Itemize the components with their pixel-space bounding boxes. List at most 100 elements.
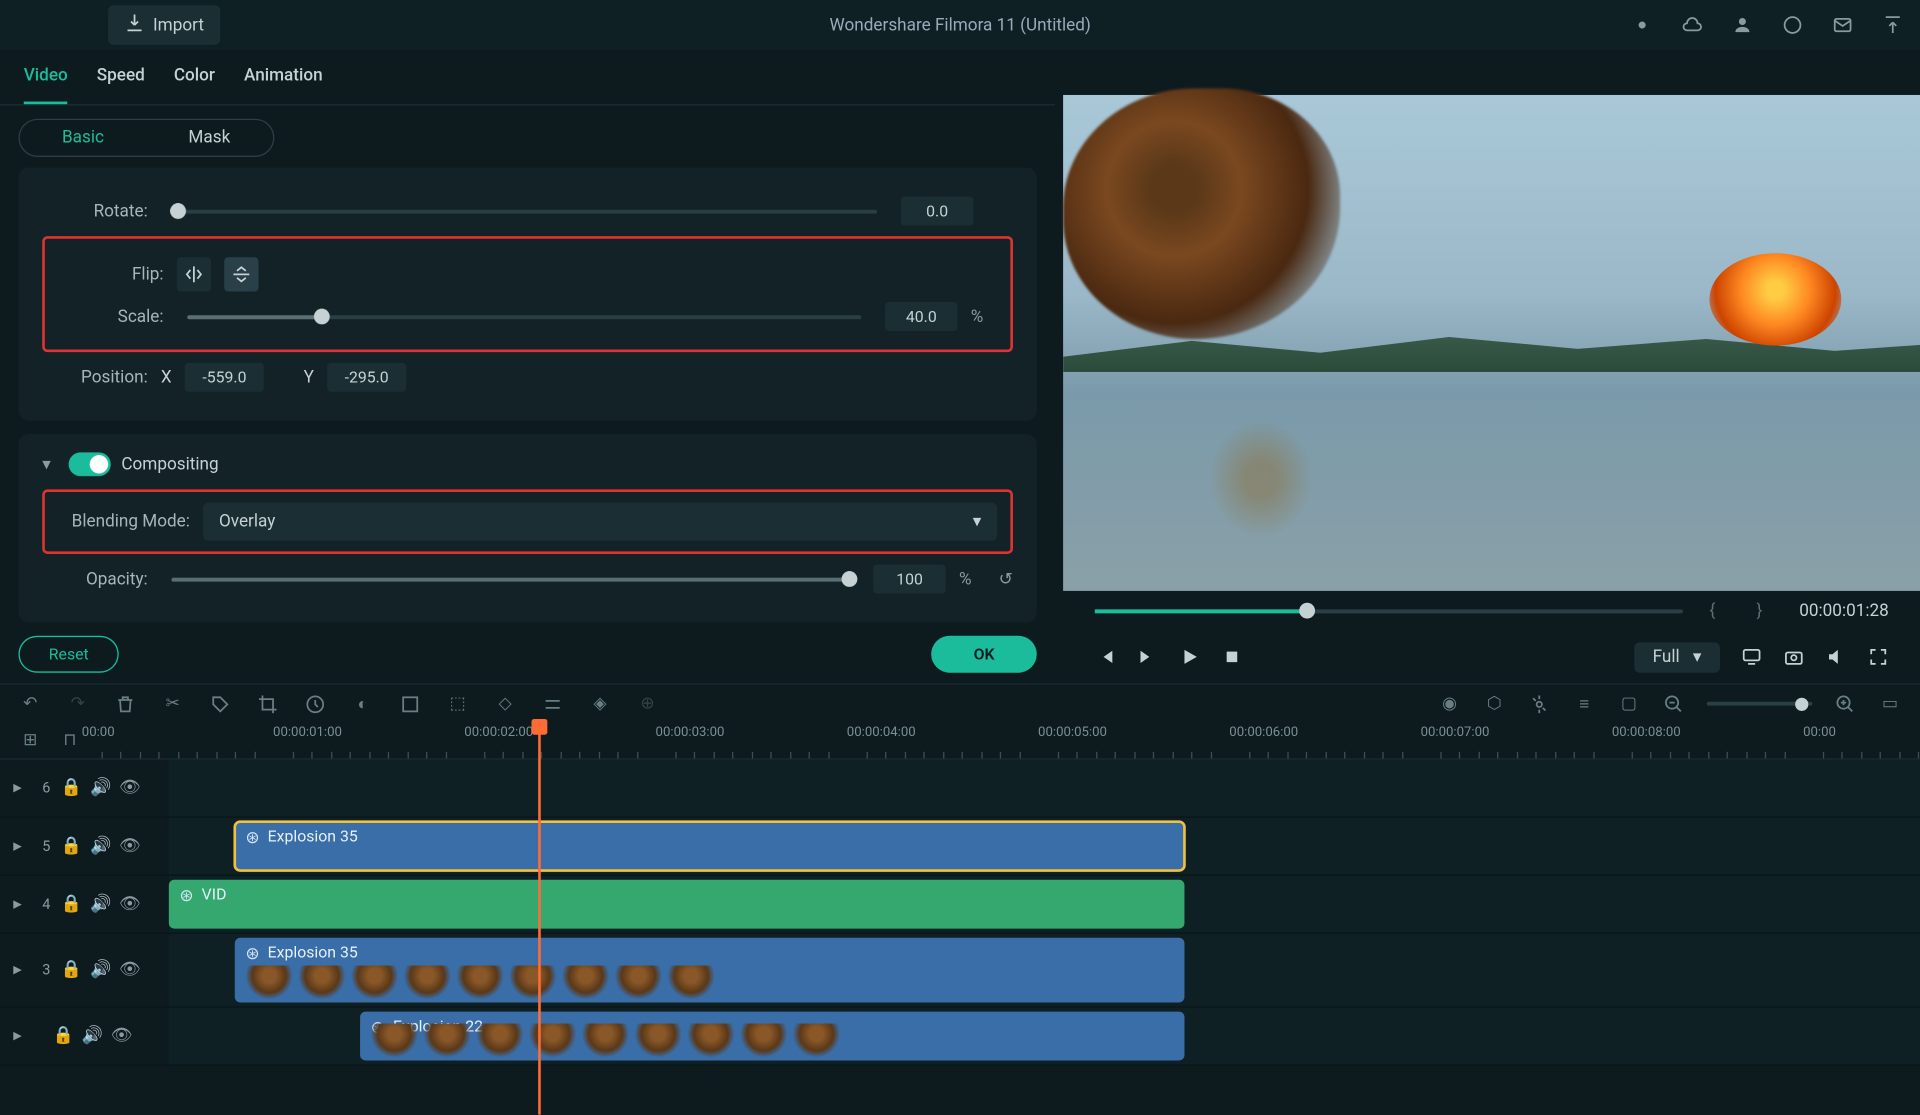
visibility-icon[interactable]: 👁	[119, 894, 137, 914]
opacity-slider[interactable]	[171, 577, 849, 581]
reset-button[interactable]: Reset	[18, 636, 119, 673]
chevron-down-icon[interactable]: ▾	[42, 454, 58, 474]
clip[interactable]: ⊛Explosion 35	[235, 938, 1185, 1003]
mark-brackets[interactable]: { }	[1710, 601, 1781, 621]
scale-input[interactable]	[885, 302, 958, 331]
import-button[interactable]: Import	[108, 5, 220, 45]
opacity-unit: %	[959, 569, 985, 589]
prev-frame-button[interactable]	[1095, 646, 1116, 667]
compositing-title: Compositing	[121, 454, 218, 474]
track-type-icon: ▸	[13, 960, 31, 980]
fullscreen-icon[interactable]	[1868, 646, 1889, 667]
cloud-icon[interactable]	[1680, 13, 1704, 37]
flip-horizontal-button[interactable]	[177, 257, 211, 291]
lock-icon[interactable]: 🔒	[61, 778, 79, 798]
opacity-reset-icon[interactable]: ↺	[999, 569, 1013, 589]
message-icon[interactable]	[1831, 13, 1855, 37]
mask-button[interactable]: ◇	[493, 692, 517, 716]
compositing-section: ▾ Compositing Blending Mode: Overlay ▾ O…	[18, 434, 1036, 623]
tips-icon[interactable]	[1630, 13, 1654, 37]
lock-icon[interactable]: 🔒	[53, 1026, 71, 1046]
mute-icon[interactable]: 🔊	[82, 1026, 100, 1046]
opacity-input[interactable]	[873, 565, 946, 594]
export-icon[interactable]	[1881, 13, 1905, 37]
fit-icon[interactable]: ▭	[1878, 692, 1902, 716]
green-screen-button[interactable]	[398, 692, 422, 716]
track-number: 4	[42, 896, 50, 913]
compositing-toggle[interactable]	[69, 452, 111, 476]
next-frame-button[interactable]	[1137, 646, 1158, 667]
playhead[interactable]	[538, 723, 541, 1115]
snapshot-icon[interactable]	[1783, 646, 1804, 667]
import-label: Import	[153, 15, 204, 35]
preview-scrubber[interactable]	[1095, 609, 1683, 613]
mute-icon[interactable]: 🔊	[90, 894, 108, 914]
preview-canvas[interactable]	[1063, 95, 1920, 591]
flip-vertical-button[interactable]	[224, 257, 258, 291]
track-manage-icon[interactable]: ⊞	[18, 729, 42, 753]
delete-button[interactable]	[113, 692, 137, 716]
tag-button[interactable]	[208, 692, 232, 716]
clip[interactable]: ⊛Explosion 35	[235, 822, 1185, 871]
app-title: Wondershare Filmora 11 (Untitled)	[830, 15, 1091, 35]
adjust-button[interactable]	[541, 692, 565, 716]
position-x-input[interactable]	[185, 363, 264, 392]
redo-button[interactable]: ↷	[66, 692, 90, 716]
rotate-slider[interactable]	[171, 209, 877, 213]
blend-mode-dropdown[interactable]: Overlay ▾	[203, 503, 997, 541]
display-icon[interactable]	[1741, 646, 1762, 667]
tab-video[interactable]: Video	[24, 50, 68, 104]
subtab-basic[interactable]: Basic	[20, 120, 146, 156]
visibility-icon[interactable]: 👁	[111, 1026, 129, 1046]
y-label: Y	[304, 367, 314, 387]
mute-icon[interactable]: 🔊	[90, 960, 108, 980]
mute-icon[interactable]: 🔊	[90, 778, 108, 798]
lock-icon[interactable]: 🔒	[61, 836, 79, 856]
more-button[interactable]: ⊕	[636, 692, 660, 716]
clip[interactable]: ⊛VID	[169, 880, 1185, 929]
speed-button[interactable]	[303, 692, 327, 716]
play-button[interactable]	[1179, 646, 1200, 667]
record-icon[interactable]	[1527, 692, 1551, 716]
visibility-icon[interactable]: 👁	[119, 836, 137, 856]
mute-icon[interactable]: 🔊	[90, 836, 108, 856]
help-icon[interactable]	[1781, 13, 1805, 37]
volume-icon[interactable]	[1825, 646, 1846, 667]
ruler[interactable]: 00:0000:00:01:0000:00:02:0000:00:03:0000…	[82, 723, 1920, 759]
ok-button[interactable]: OK	[931, 636, 1036, 673]
audio-icon[interactable]: ≡	[1572, 692, 1596, 716]
track-number: 6	[42, 780, 50, 797]
account-icon[interactable]	[1731, 13, 1755, 37]
marker-icon[interactable]: ⬡	[1483, 692, 1507, 716]
clip[interactable]: ⊛Explosion 22	[360, 1012, 1184, 1061]
stop-button[interactable]	[1221, 646, 1242, 667]
subtab-mask[interactable]: Mask	[146, 120, 272, 156]
lock-icon[interactable]: 🔒	[61, 894, 79, 914]
crop-zoom-button[interactable]: ⬚	[446, 692, 470, 716]
tab-color[interactable]: Color	[174, 50, 215, 104]
track-type-icon: ▸	[13, 1026, 31, 1046]
zoom-in-icon[interactable]	[1833, 692, 1857, 716]
zoom-slider[interactable]	[1707, 702, 1813, 706]
tab-animation[interactable]: Animation	[244, 50, 323, 104]
crop-button[interactable]	[256, 692, 280, 716]
visibility-icon[interactable]: 👁	[119, 778, 137, 798]
color-button[interactable]: ◐	[351, 692, 375, 716]
rotate-input[interactable]	[901, 197, 974, 226]
magnet-icon[interactable]: ⊓	[58, 729, 82, 753]
undo-button[interactable]: ↶	[18, 692, 42, 716]
keyframe-button[interactable]: ◈	[588, 692, 612, 716]
quality-dropdown[interactable]: Full ▾	[1634, 642, 1720, 672]
mixer-icon[interactable]: ◉	[1438, 692, 1462, 716]
visibility-icon[interactable]: 👁	[119, 960, 137, 980]
scale-label: Scale:	[58, 307, 164, 327]
ruler-tick: 00:00:06:00	[1229, 725, 1298, 740]
render-icon[interactable]: ▢	[1617, 692, 1641, 716]
tab-speed[interactable]: Speed	[97, 50, 145, 104]
split-button[interactable]: ✂	[161, 692, 185, 716]
scale-slider[interactable]	[187, 315, 861, 319]
zoom-out-icon[interactable]	[1662, 692, 1686, 716]
clip-label: Explosion 35	[268, 943, 358, 961]
lock-icon[interactable]: 🔒	[61, 960, 79, 980]
position-y-input[interactable]	[327, 363, 406, 392]
